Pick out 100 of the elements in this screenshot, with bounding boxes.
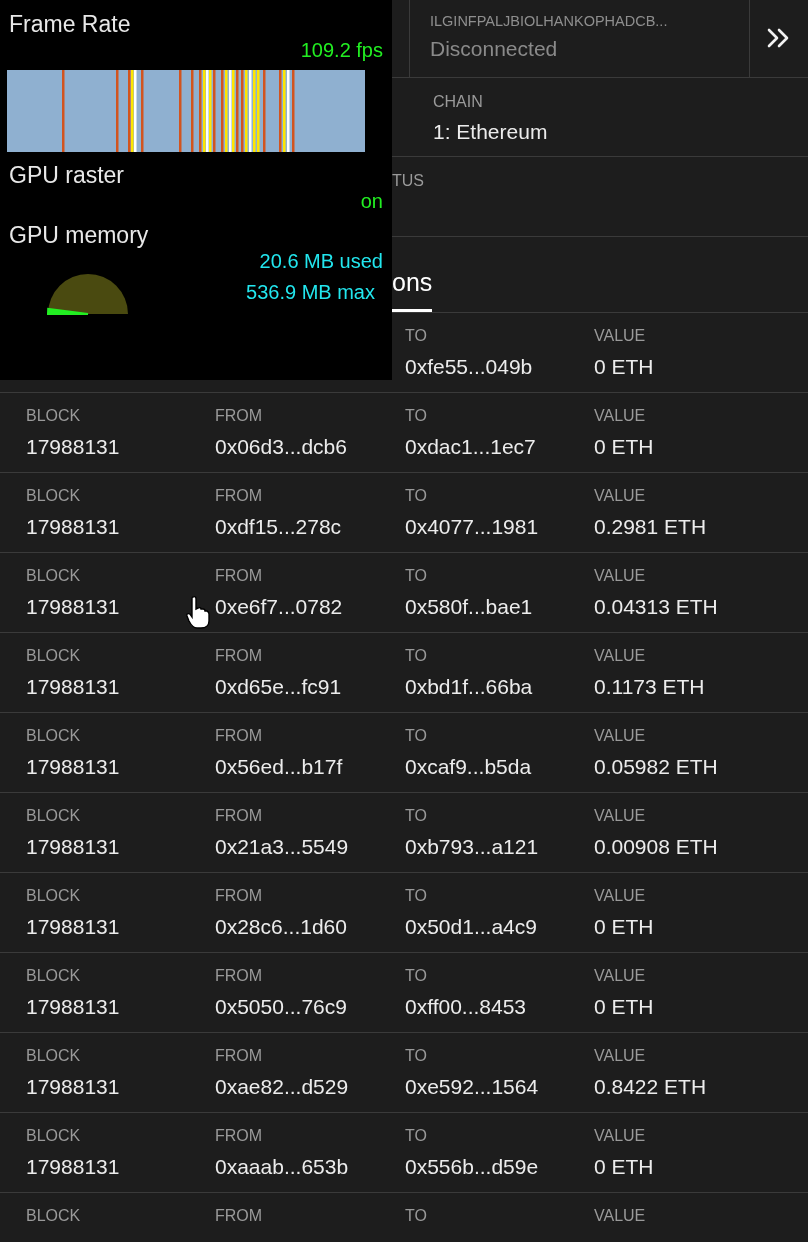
column-label: TO [405,1047,427,1065]
field-label: CHAIN [433,93,484,111]
table-cell: 17988131 [26,995,120,1019]
column-label: TO [405,887,427,905]
table-cell: 0x556b...d59e [405,1155,539,1179]
table-cell: 0 ETH [594,355,654,379]
table-cell: 0xe592...1564 [405,1075,539,1099]
field-label: TUS [392,172,425,190]
column-label: FROM [215,647,263,665]
table-cell: 0xe6f7...0782 [215,595,343,619]
connection-status: Disconnected [430,37,559,61]
fps-reading: 109.2 fps [299,38,383,62]
table-cell: 0 ETH [594,435,654,459]
table-cell: 17988131 [26,515,120,539]
column-label: BLOCK [26,487,81,505]
column-label: TO [405,1127,427,1145]
table-cell: 0.05982 ETH [594,755,718,779]
column-label: BLOCK [26,407,81,425]
column-label: TO [405,1207,427,1225]
table-cell: 17988131 [26,915,120,939]
table-cell: 0x5050...76c9 [215,995,347,1019]
column-label: FROM [215,1207,263,1225]
table-cell: 0 ETH [594,915,654,939]
column-label: FROM [215,487,263,505]
column-label: VALUE [594,1047,646,1065]
hand-cursor-icon [185,595,211,629]
column-label: TO [405,727,427,745]
table-cell: 0xbd1f...66ba [405,675,533,699]
column-label: FROM [215,407,263,425]
column-label: FROM [215,1047,263,1065]
table-cell: 0x06d3...dcb6 [215,435,347,459]
column-label: VALUE [594,647,646,665]
extension-id: ILGINFPALJBIOLHANKOPHADCB... [430,12,669,30]
table-cell: 0 ETH [594,1155,654,1179]
column-label: FROM [215,807,263,825]
hud-title: GPU memory [9,221,150,249]
table-cell: 0.1173 ETH [594,675,705,699]
table-cell: 0.00908 ETH [594,835,718,859]
column-label: BLOCK [26,1207,81,1225]
table-cell: 17988131 [26,435,120,459]
column-label: FROM [215,967,263,985]
column-label: TO [405,647,427,665]
column-label: BLOCK [26,1047,81,1065]
table-cell: 0x50d1...a4c9 [405,915,537,939]
column-label: VALUE [594,887,646,905]
column-label: VALUE [594,487,646,505]
column-label: TO [405,407,427,425]
table-cell: 0 ETH [594,995,654,1019]
table-cell: 0.2981 ETH [594,515,707,539]
hud-title: GPU raster [9,161,126,189]
column-label: FROM [215,887,263,905]
table-cell: 0.8422 ETH [594,1075,707,1099]
column-label: BLOCK [26,887,81,905]
column-label: VALUE [594,327,646,345]
column-label: VALUE [594,807,646,825]
table-cell: 0xae82...d529 [215,1075,349,1099]
table-cell: 0xaaab...653b [215,1155,349,1179]
table-cell: 0x28c6...1d60 [215,915,347,939]
table-cell: 0xcaf9...b5da [405,755,532,779]
table-cell: 0x4077...1981 [405,515,539,539]
table-cell: 0x21a3...5549 [215,835,349,859]
table-cell: 0xfe55...049b [405,355,533,379]
table-cell: 0xd65e...fc91 [215,675,342,699]
table-cell: 0x56ed...b17f [215,755,343,779]
column-label: BLOCK [26,807,81,825]
hud-title: Frame Rate [9,10,132,38]
column-label: VALUE [594,567,646,585]
table-cell: 0xdac1...1ec7 [405,435,536,459]
column-label: TO [405,807,427,825]
table-cell: 0.04313 ETH [594,595,718,619]
table-cell: 0x580f...bae1 [405,595,533,619]
table-cell: 17988131 [26,755,120,779]
column-label: BLOCK [26,727,81,745]
table-cell: 17988131 [26,675,120,699]
table-cell: 0xdf15...278c [215,515,342,539]
column-label: TO [405,567,427,585]
column-label: VALUE [594,967,646,985]
column-label: FROM [215,1127,263,1145]
table-cell: 0xff00...8453 [405,995,527,1019]
column-label: BLOCK [26,647,81,665]
column-label: VALUE [594,1207,646,1225]
column-label: VALUE [594,727,646,745]
column-label: BLOCK [26,1127,81,1145]
raster-status: on [359,189,383,213]
column-label: FROM [215,727,263,745]
table-cell: 17988131 [26,1155,120,1179]
column-label: BLOCK [26,567,81,585]
column-label: TO [405,327,427,345]
table-cell: 17988131 [26,835,120,859]
table-cell: 17988131 [26,1075,120,1099]
column-label: FROM [215,567,263,585]
memory-max: 536.9 MB max [245,280,376,304]
column-label: BLOCK [26,967,81,985]
column-label: TO [405,967,427,985]
column-label: VALUE [594,1127,646,1145]
table-cell: 17988131 [26,595,120,619]
table-cell: 0xb793...a121 [405,835,539,859]
column-label: VALUE [594,407,646,425]
memory-used: 20.6 MB used [258,249,383,273]
column-label: TO [405,487,427,505]
